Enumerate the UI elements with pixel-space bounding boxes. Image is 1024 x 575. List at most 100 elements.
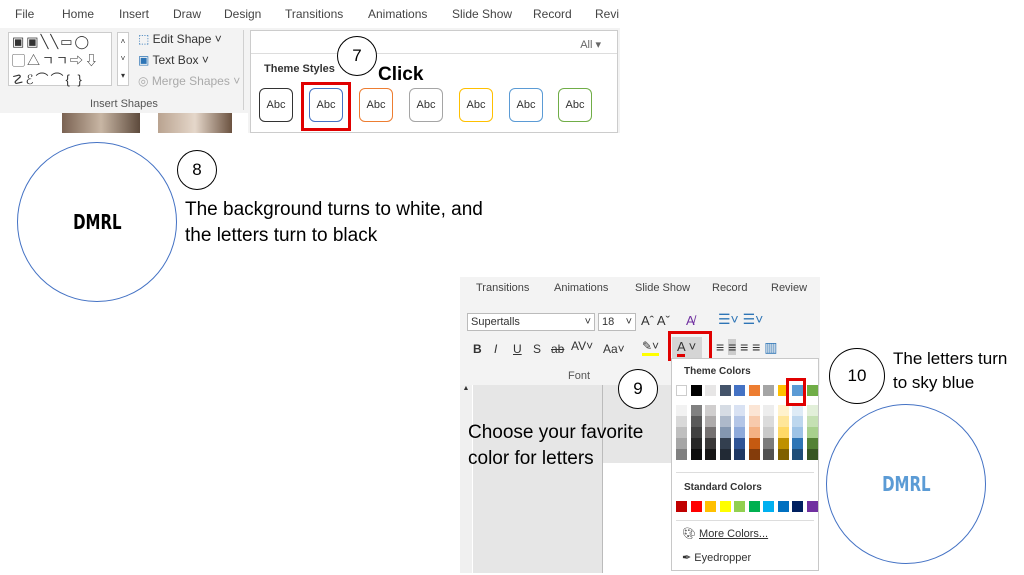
color-swatch[interactable] bbox=[690, 427, 702, 438]
color-swatch[interactable] bbox=[806, 427, 818, 438]
style-swatch[interactable]: Abc bbox=[509, 88, 543, 122]
color-swatch[interactable] bbox=[792, 501, 803, 512]
color-swatch[interactable] bbox=[777, 501, 789, 512]
color-swatch[interactable] bbox=[705, 416, 716, 427]
italic-button[interactable]: I bbox=[494, 342, 497, 356]
color-swatch[interactable] bbox=[676, 501, 687, 512]
eyedropper-item[interactable]: ✒ Eyedropper bbox=[682, 551, 751, 564]
tab-record[interactable]: Record bbox=[712, 282, 747, 294]
color-swatch[interactable] bbox=[763, 438, 774, 449]
more-colors-item[interactable]: 🎨︎ More Colors... bbox=[682, 527, 768, 540]
shadow-button[interactable]: S bbox=[533, 342, 541, 356]
color-swatch[interactable] bbox=[748, 501, 760, 512]
style-swatch[interactable]: Abc bbox=[409, 88, 443, 122]
color-swatch[interactable] bbox=[719, 416, 731, 427]
color-swatch[interactable] bbox=[763, 501, 774, 512]
tab-animations[interactable]: Animations bbox=[368, 7, 427, 21]
color-swatch[interactable] bbox=[806, 385, 818, 396]
color-swatch[interactable] bbox=[792, 449, 803, 460]
highlight-icon[interactable]: ✎˅ bbox=[642, 339, 660, 356]
color-swatch[interactable] bbox=[806, 438, 818, 449]
color-swatch[interactable] bbox=[763, 405, 774, 416]
color-swatch[interactable] bbox=[734, 501, 745, 512]
color-swatch[interactable] bbox=[763, 449, 774, 460]
color-swatch[interactable] bbox=[690, 385, 702, 396]
text-box-button[interactable]: ▣ Text Box ˅ bbox=[138, 53, 209, 67]
color-swatch[interactable] bbox=[792, 438, 803, 449]
color-swatch[interactable] bbox=[806, 416, 818, 427]
tab-slide-show[interactable]: Slide Show bbox=[452, 7, 512, 21]
color-swatch[interactable] bbox=[676, 438, 687, 449]
tab-file[interactable]: File bbox=[15, 7, 34, 21]
tab-record[interactable]: Record bbox=[533, 7, 572, 21]
bullets-icon[interactable]: ☰˅ ☰˅ bbox=[718, 311, 763, 328]
color-swatch[interactable] bbox=[719, 427, 731, 438]
tab-review[interactable]: Revi bbox=[595, 7, 619, 21]
color-swatch[interactable] bbox=[719, 385, 731, 396]
color-swatch[interactable] bbox=[748, 438, 760, 449]
color-swatch[interactable] bbox=[705, 427, 716, 438]
tab-home[interactable]: Home bbox=[62, 7, 94, 21]
color-swatch[interactable] bbox=[777, 427, 789, 438]
color-swatch[interactable] bbox=[734, 449, 745, 460]
change-case-button[interactable]: Aa˅ bbox=[603, 342, 625, 356]
color-swatch[interactable] bbox=[719, 501, 731, 512]
color-swatch[interactable] bbox=[719, 438, 731, 449]
color-swatch[interactable] bbox=[734, 405, 745, 416]
strikethrough-button[interactable]: ab bbox=[551, 342, 564, 356]
tab-slide-show[interactable]: Slide Show bbox=[635, 282, 690, 294]
color-swatch[interactable] bbox=[806, 501, 818, 512]
color-swatch[interactable] bbox=[734, 385, 745, 396]
color-swatch[interactable] bbox=[690, 405, 702, 416]
color-swatch[interactable] bbox=[690, 438, 702, 449]
color-swatch[interactable] bbox=[676, 385, 687, 396]
color-swatch[interactable] bbox=[734, 427, 745, 438]
all-dropdown[interactable]: All ▾ bbox=[580, 38, 601, 51]
color-swatch[interactable] bbox=[676, 427, 687, 438]
tab-design[interactable]: Design bbox=[224, 7, 261, 21]
color-swatch[interactable] bbox=[763, 416, 774, 427]
color-swatch[interactable] bbox=[777, 405, 789, 416]
color-swatch[interactable] bbox=[734, 416, 745, 427]
color-swatch[interactable] bbox=[690, 449, 702, 460]
clear-format-icon[interactable]: A̸ bbox=[686, 313, 695, 328]
style-swatch[interactable]: Abc bbox=[558, 88, 592, 122]
color-swatch[interactable] bbox=[806, 405, 818, 416]
color-swatch[interactable] bbox=[705, 385, 716, 396]
color-swatch[interactable] bbox=[777, 449, 789, 460]
spacing-button[interactable]: AV˅ bbox=[571, 339, 593, 353]
color-swatch[interactable] bbox=[734, 438, 745, 449]
color-swatch[interactable] bbox=[792, 427, 803, 438]
font-size-select[interactable]: 18 ˅ bbox=[598, 313, 636, 331]
style-swatch[interactable]: Abc bbox=[459, 88, 493, 122]
color-swatch[interactable] bbox=[690, 416, 702, 427]
font-name-select[interactable]: Supertalls ˅ bbox=[467, 313, 595, 331]
color-swatch[interactable] bbox=[763, 385, 774, 396]
tab-transitions[interactable]: Transitions bbox=[285, 7, 343, 21]
merge-shapes-button[interactable]: ◎ Merge Shapes ˅ bbox=[138, 74, 240, 88]
thumbnail-image[interactable] bbox=[62, 113, 140, 133]
color-swatch[interactable] bbox=[748, 416, 760, 427]
style-swatch[interactable]: Abc bbox=[359, 88, 393, 122]
edit-shape-button[interactable]: ⬚ Edit Shape ˅ bbox=[138, 32, 222, 46]
tab-insert[interactable]: Insert bbox=[119, 7, 149, 21]
color-swatch[interactable] bbox=[748, 427, 760, 438]
gallery-scroll[interactable]: ˄ ˅ ▾ bbox=[117, 32, 129, 86]
color-swatch[interactable] bbox=[748, 385, 760, 396]
color-swatch[interactable] bbox=[690, 501, 702, 512]
color-swatch[interactable] bbox=[777, 416, 789, 427]
color-swatch[interactable] bbox=[719, 405, 731, 416]
color-swatch[interactable] bbox=[792, 405, 803, 416]
color-swatch[interactable] bbox=[748, 449, 760, 460]
bold-button[interactable]: B bbox=[473, 342, 482, 356]
color-swatch[interactable] bbox=[705, 405, 716, 416]
color-swatch[interactable] bbox=[719, 449, 731, 460]
color-swatch[interactable] bbox=[705, 438, 716, 449]
underline-button[interactable]: U bbox=[513, 342, 522, 356]
grow-font-button[interactable]: Aˆ Aˇ bbox=[641, 313, 670, 328]
tab-review[interactable]: Review bbox=[771, 282, 807, 294]
color-swatch[interactable] bbox=[748, 405, 760, 416]
color-swatch[interactable] bbox=[806, 449, 818, 460]
tab-draw[interactable]: Draw bbox=[173, 7, 201, 21]
color-swatch[interactable] bbox=[777, 438, 789, 449]
